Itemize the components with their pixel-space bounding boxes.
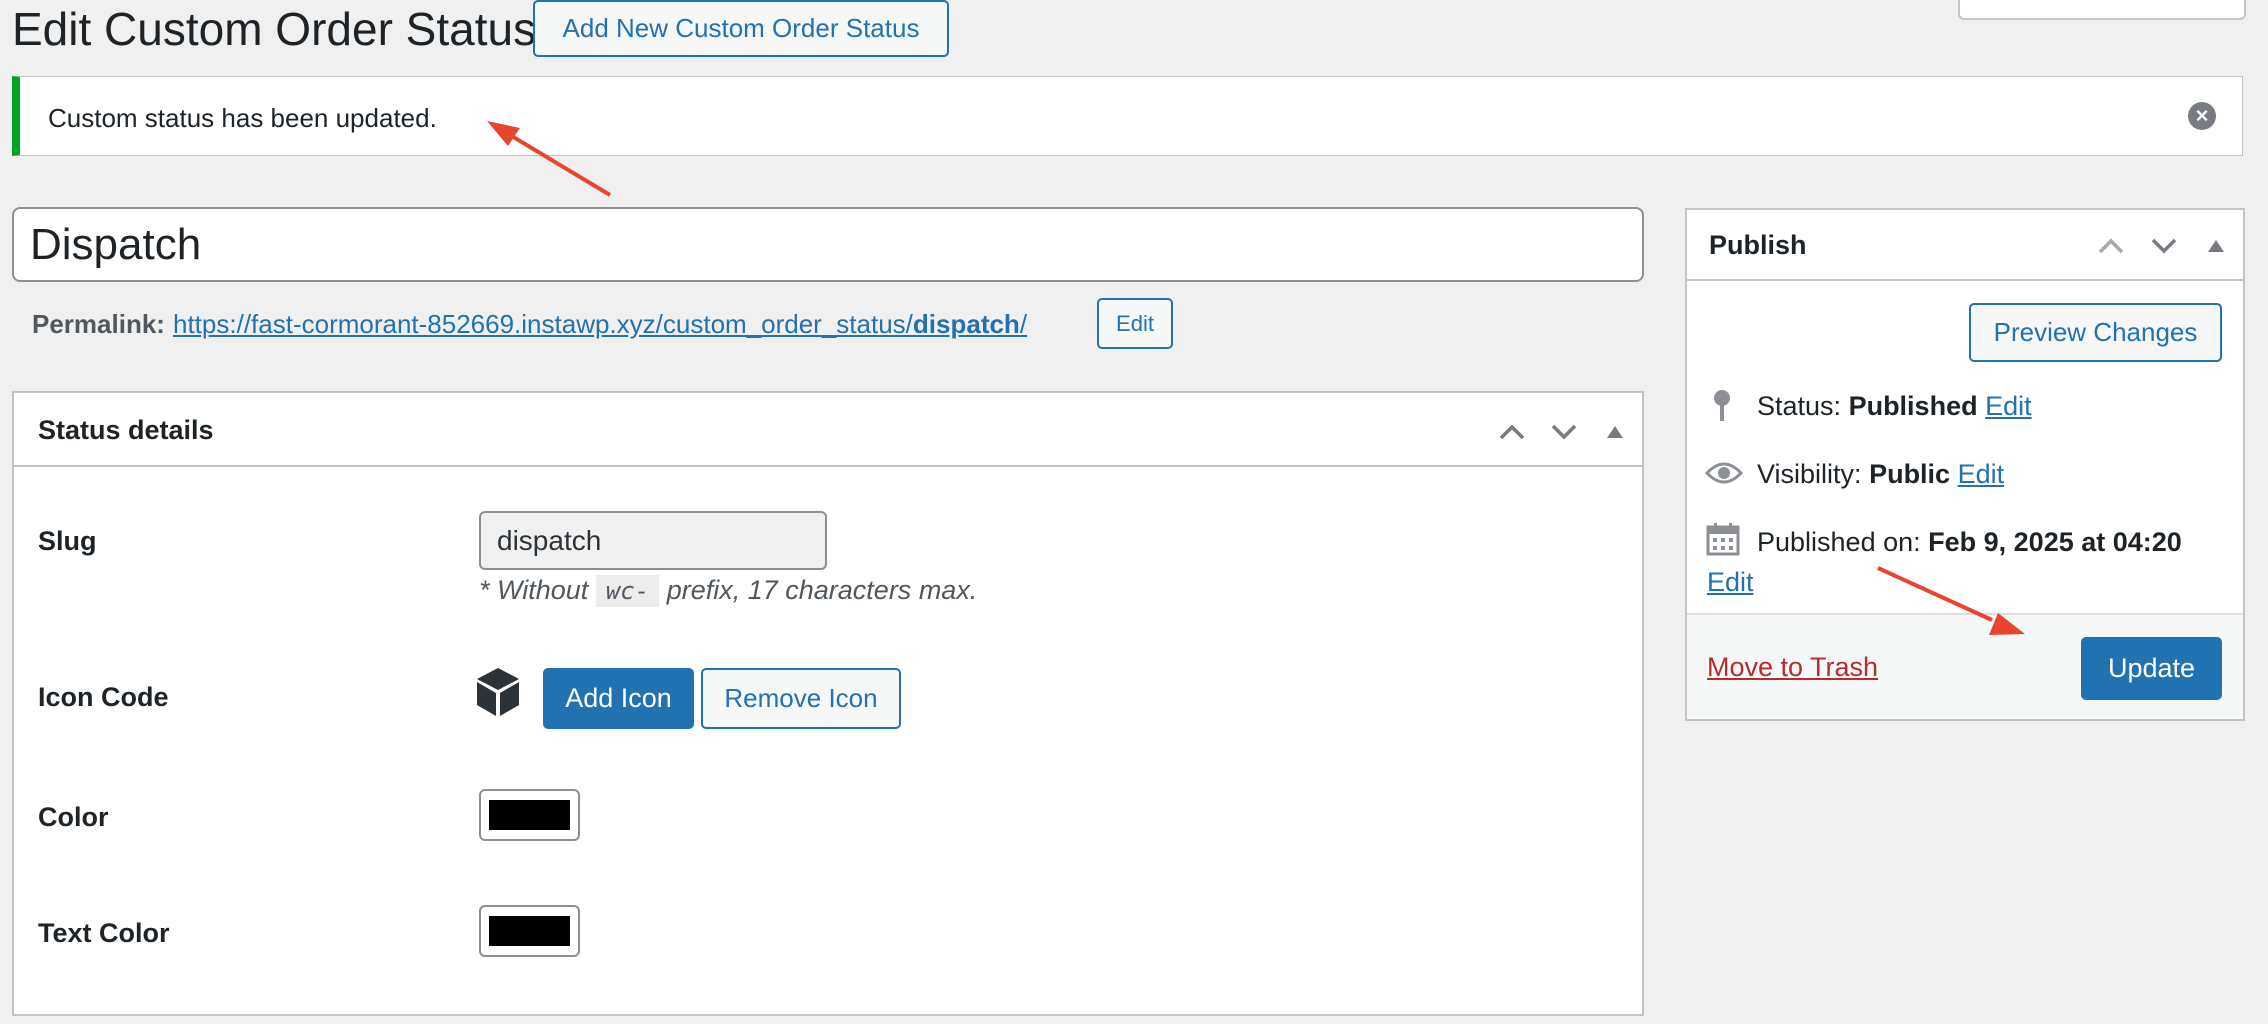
visibility-row: Visibility: Public Edit	[1757, 459, 2004, 490]
permalink-base: https://fast-cormorant-852669.instawp.xy…	[173, 309, 913, 339]
dismiss-icon[interactable]: ×	[2188, 102, 2216, 130]
permalink-trailing: /	[1019, 309, 1028, 339]
toggle-panel-icon[interactable]	[1595, 412, 1635, 452]
permalink-edit-button[interactable]: Edit	[1097, 298, 1173, 349]
cube-icon	[475, 666, 521, 723]
status-details-title: Status details	[38, 415, 214, 445]
published-label: Published on:	[1757, 527, 1921, 557]
slug-label: Slug	[38, 526, 97, 556]
add-icon-button[interactable]: Add Icon	[543, 668, 694, 729]
preview-changes-button[interactable]: Preview Changes	[1969, 303, 2222, 362]
permalink-link[interactable]: https://fast-cormorant-852669.instawp.xy…	[173, 309, 1027, 340]
slug-desc-code: wc-	[595, 575, 660, 607]
permalink-slug: dispatch	[912, 309, 1020, 339]
status-edit-link[interactable]: Edit	[1985, 391, 2032, 421]
status-details-header	[12, 391, 1644, 467]
publish-move-up-icon[interactable]	[2091, 226, 2131, 266]
remove-icon-button[interactable]: Remove Icon	[701, 668, 901, 729]
slug-description: * Without wc- prefix, 17 characters max.	[479, 575, 978, 607]
color-label: Color	[38, 802, 109, 832]
notice-message: Custom status has been updated.	[48, 103, 437, 133]
slug-input[interactable]	[479, 511, 827, 570]
status-value: Published	[1848, 391, 1978, 421]
color-swatch	[489, 800, 570, 830]
move-to-trash-link[interactable]: Move to Trash	[1707, 652, 1878, 683]
calendar-icon	[1706, 522, 1740, 561]
visibility-label: Visibility:	[1757, 459, 1862, 489]
add-new-status-button[interactable]: Add New Custom Order Status	[533, 0, 949, 57]
published-row: Published on: Feb 9, 2025 at 04:20	[1757, 527, 2182, 558]
screen-options-tab[interactable]	[1958, 0, 2246, 20]
page-title: Edit Custom Order Status	[12, 3, 537, 55]
publish-move-down-icon[interactable]	[2144, 226, 2184, 266]
visibility-value: Public	[1869, 459, 1951, 489]
post-title-input[interactable]	[12, 207, 1644, 282]
permalink-label: Permalink:	[32, 309, 165, 339]
published-edit-link[interactable]: Edit	[1707, 567, 1754, 598]
publish-title: Publish	[1709, 230, 1807, 260]
status-row: Status: Published Edit	[1757, 391, 2032, 422]
move-down-icon[interactable]	[1544, 412, 1584, 452]
published-value: Feb 9, 2025 at 04:20	[1928, 527, 2182, 557]
text-color-picker-button[interactable]	[479, 905, 580, 957]
status-label: Status:	[1757, 391, 1842, 421]
slug-desc-before: * Without	[479, 575, 589, 605]
icon-code-label: Icon Code	[38, 682, 169, 712]
pin-icon	[1710, 388, 1734, 427]
color-picker-button[interactable]	[479, 789, 580, 841]
text-color-label: Text Color	[38, 918, 170, 948]
text-color-swatch	[489, 916, 570, 946]
publish-toggle-icon[interactable]	[2196, 226, 2236, 266]
eye-icon	[1704, 461, 1744, 490]
move-up-icon[interactable]	[1492, 412, 1532, 452]
visibility-edit-link[interactable]: Edit	[1958, 459, 2005, 489]
slug-desc-after: prefix, 17 characters max.	[666, 575, 978, 605]
update-button[interactable]: Update	[2081, 637, 2222, 700]
